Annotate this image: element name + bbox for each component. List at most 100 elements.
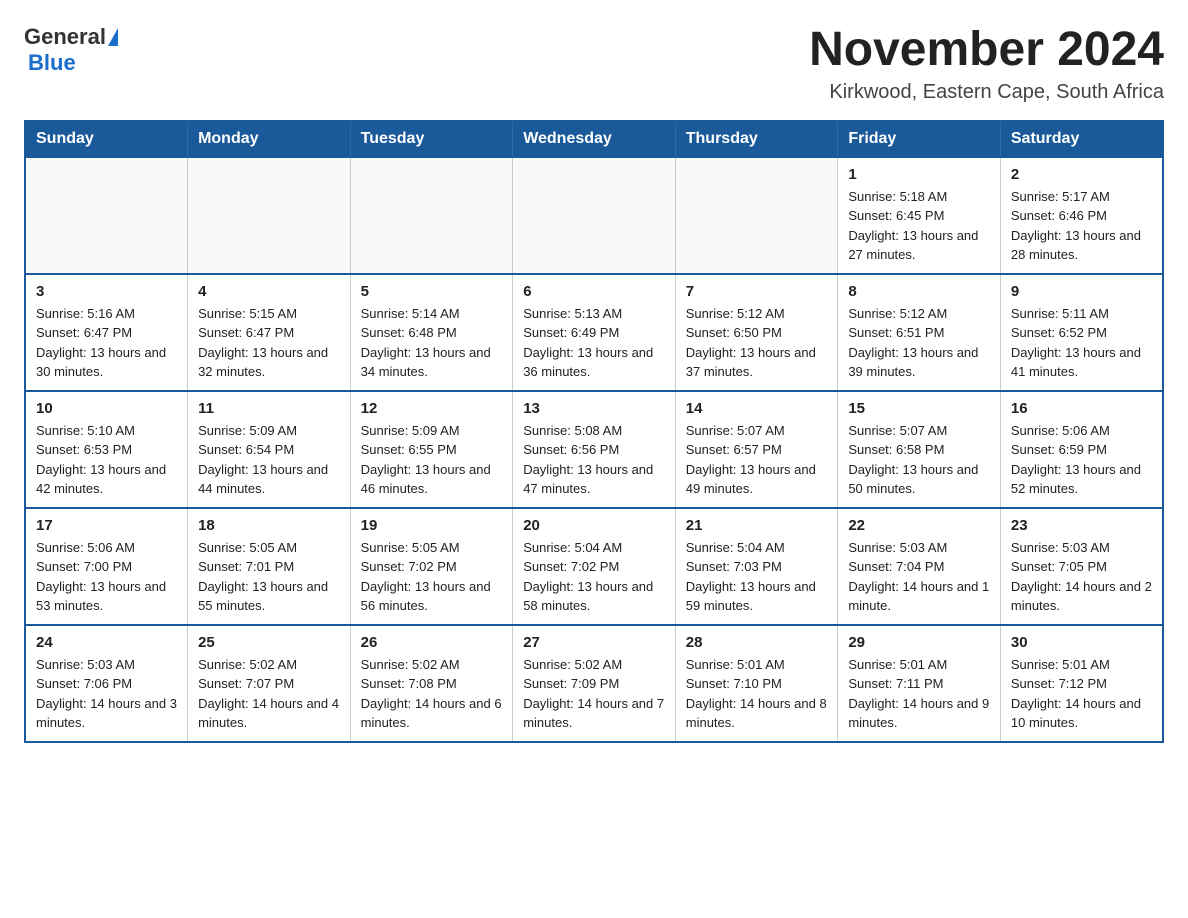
- day-number: 8: [848, 283, 990, 300]
- calendar-table: SundayMondayTuesdayWednesdayThursdayFrid…: [24, 120, 1164, 743]
- day-info: Sunrise: 5:02 AM Sunset: 7:08 PM Dayligh…: [361, 655, 503, 733]
- day-number: 27: [523, 634, 665, 651]
- day-number: 28: [686, 634, 828, 651]
- calendar-cell: 12 Sunrise: 5:09 AM Sunset: 6:55 PM Dayli…: [350, 391, 513, 508]
- day-number: 17: [36, 517, 177, 534]
- day-info: Sunrise: 5:09 AM Sunset: 6:55 PM Dayligh…: [361, 421, 503, 499]
- day-info: Sunrise: 5:14 AM Sunset: 6:48 PM Dayligh…: [361, 304, 503, 382]
- day-info: Sunrise: 5:01 AM Sunset: 7:12 PM Dayligh…: [1011, 655, 1152, 733]
- title-block: November 2024 Kirkwood, Eastern Cape, So…: [809, 24, 1164, 104]
- calendar-cell: 21Sunrise: 5:04 AM Sunset: 7:03 PM Dayli…: [675, 508, 838, 625]
- day-number: 21: [686, 517, 828, 534]
- day-info: Sunrise: 5:12 AM Sunset: 6:51 PM Dayligh…: [848, 304, 990, 382]
- day-number: 24: [36, 634, 177, 651]
- calendar-cell: 28 Sunrise: 5:01 AM Sunset: 7:10 PM Dayli…: [675, 625, 838, 742]
- logo: General Blue: [24, 24, 118, 76]
- day-info: Sunrise: 5:05 AM Sunset: 7:02 PM Dayligh…: [361, 538, 503, 616]
- calendar-cell: [188, 157, 351, 274]
- day-info: Sunrise: 5:08 AM Sunset: 6:56 PM Dayligh…: [523, 421, 665, 499]
- calendar-cell: 2 Sunrise: 5:17 AM Sunset: 6:46 PM Daylig…: [1000, 157, 1163, 274]
- day-number: 3: [36, 283, 177, 300]
- header-wednesday: Wednesday: [513, 121, 676, 157]
- calendar-cell: 25Sunrise: 5:02 AM Sunset: 7:07 PM Dayli…: [188, 625, 351, 742]
- calendar-cell: [350, 157, 513, 274]
- calendar-cell: 18Sunrise: 5:05 AM Sunset: 7:01 PM Dayli…: [188, 508, 351, 625]
- header-thursday: Thursday: [675, 121, 838, 157]
- day-number: 2: [1011, 166, 1152, 183]
- calendar-cell: 5 Sunrise: 5:14 AM Sunset: 6:48 PM Daylig…: [350, 274, 513, 391]
- day-info: Sunrise: 5:11 AM Sunset: 6:52 PM Dayligh…: [1011, 304, 1152, 382]
- header-sunday: Sunday: [25, 121, 188, 157]
- calendar-cell: 20 Sunrise: 5:04 AM Sunset: 7:02 PM Dayli…: [513, 508, 676, 625]
- day-info: Sunrise: 5:02 AM Sunset: 7:09 PM Dayligh…: [523, 655, 665, 733]
- day-number: 20: [523, 517, 665, 534]
- day-info: Sunrise: 5:06 AM Sunset: 7:00 PM Dayligh…: [36, 538, 177, 616]
- day-info: Sunrise: 5:01 AM Sunset: 7:10 PM Dayligh…: [686, 655, 828, 733]
- calendar-cell: 27 Sunrise: 5:02 AM Sunset: 7:09 PM Dayli…: [513, 625, 676, 742]
- calendar-cell: [675, 157, 838, 274]
- calendar-cell: 3 Sunrise: 5:16 AM Sunset: 6:47 PM Daylig…: [25, 274, 188, 391]
- day-number: 6: [523, 283, 665, 300]
- calendar-cell: 17 Sunrise: 5:06 AM Sunset: 7:00 PM Dayli…: [25, 508, 188, 625]
- calendar-week-1: 1Sunrise: 5:18 AM Sunset: 6:45 PM Daylig…: [25, 157, 1163, 274]
- calendar-week-4: 17 Sunrise: 5:06 AM Sunset: 7:00 PM Dayli…: [25, 508, 1163, 625]
- day-number: 4: [198, 283, 340, 300]
- day-number: 13: [523, 400, 665, 417]
- day-number: 29: [848, 634, 990, 651]
- day-number: 26: [361, 634, 503, 651]
- calendar-cell: 13 Sunrise: 5:08 AM Sunset: 6:56 PM Dayli…: [513, 391, 676, 508]
- calendar-cell: 23Sunrise: 5:03 AM Sunset: 7:05 PM Dayli…: [1000, 508, 1163, 625]
- calendar-cell: 16Sunrise: 5:06 AM Sunset: 6:59 PM Dayli…: [1000, 391, 1163, 508]
- calendar-cell: [513, 157, 676, 274]
- calendar-cell: 15 Sunrise: 5:07 AM Sunset: 6:58 PM Dayli…: [838, 391, 1001, 508]
- calendar-cell: 4 Sunrise: 5:15 AM Sunset: 6:47 PM Daylig…: [188, 274, 351, 391]
- header-saturday: Saturday: [1000, 121, 1163, 157]
- day-number: 18: [198, 517, 340, 534]
- header-friday: Friday: [838, 121, 1001, 157]
- header-tuesday: Tuesday: [350, 121, 513, 157]
- calendar-cell: 10 Sunrise: 5:10 AM Sunset: 6:53 PM Dayli…: [25, 391, 188, 508]
- day-number: 12: [361, 400, 503, 417]
- day-number: 7: [686, 283, 828, 300]
- calendar-cell: 11Sunrise: 5:09 AM Sunset: 6:54 PM Dayli…: [188, 391, 351, 508]
- day-number: 5: [361, 283, 503, 300]
- day-info: Sunrise: 5:17 AM Sunset: 6:46 PM Dayligh…: [1011, 187, 1152, 265]
- day-number: 9: [1011, 283, 1152, 300]
- day-number: 10: [36, 400, 177, 417]
- day-info: Sunrise: 5:16 AM Sunset: 6:47 PM Dayligh…: [36, 304, 177, 382]
- day-info: Sunrise: 5:13 AM Sunset: 6:49 PM Dayligh…: [523, 304, 665, 382]
- calendar-cell: 24 Sunrise: 5:03 AM Sunset: 7:06 PM Dayli…: [25, 625, 188, 742]
- day-number: 14: [686, 400, 828, 417]
- day-info: Sunrise: 5:10 AM Sunset: 6:53 PM Dayligh…: [36, 421, 177, 499]
- day-info: Sunrise: 5:12 AM Sunset: 6:50 PM Dayligh…: [686, 304, 828, 382]
- day-number: 19: [361, 517, 503, 534]
- calendar-cell: 29Sunrise: 5:01 AM Sunset: 7:11 PM Dayli…: [838, 625, 1001, 742]
- day-number: 23: [1011, 517, 1152, 534]
- calendar-cell: 8 Sunrise: 5:12 AM Sunset: 6:51 PM Daylig…: [838, 274, 1001, 391]
- day-info: Sunrise: 5:02 AM Sunset: 7:07 PM Dayligh…: [198, 655, 340, 733]
- day-info: Sunrise: 5:07 AM Sunset: 6:57 PM Dayligh…: [686, 421, 828, 499]
- day-info: Sunrise: 5:07 AM Sunset: 6:58 PM Dayligh…: [848, 421, 990, 499]
- calendar-cell: 1Sunrise: 5:18 AM Sunset: 6:45 PM Daylig…: [838, 157, 1001, 274]
- day-info: Sunrise: 5:03 AM Sunset: 7:06 PM Dayligh…: [36, 655, 177, 733]
- calendar-week-3: 10 Sunrise: 5:10 AM Sunset: 6:53 PM Dayli…: [25, 391, 1163, 508]
- day-info: Sunrise: 5:03 AM Sunset: 7:04 PM Dayligh…: [848, 538, 990, 616]
- day-info: Sunrise: 5:18 AM Sunset: 6:45 PM Dayligh…: [848, 187, 990, 265]
- day-number: 30: [1011, 634, 1152, 651]
- day-info: Sunrise: 5:04 AM Sunset: 7:02 PM Dayligh…: [523, 538, 665, 616]
- day-info: Sunrise: 5:15 AM Sunset: 6:47 PM Dayligh…: [198, 304, 340, 382]
- day-number: 15: [848, 400, 990, 417]
- calendar-cell: 6 Sunrise: 5:13 AM Sunset: 6:49 PM Daylig…: [513, 274, 676, 391]
- calendar-cell: 14 Sunrise: 5:07 AM Sunset: 6:57 PM Dayli…: [675, 391, 838, 508]
- calendar-cell: [25, 157, 188, 274]
- day-number: 11: [198, 400, 340, 417]
- month-title: November 2024: [809, 24, 1164, 77]
- header-monday: Monday: [188, 121, 351, 157]
- calendar-header-row: SundayMondayTuesdayWednesdayThursdayFrid…: [25, 121, 1163, 157]
- location-text: Kirkwood, Eastern Cape, South Africa: [809, 81, 1164, 104]
- calendar-cell: 22 Sunrise: 5:03 AM Sunset: 7:04 PM Dayli…: [838, 508, 1001, 625]
- day-number: 22: [848, 517, 990, 534]
- calendar-week-5: 24 Sunrise: 5:03 AM Sunset: 7:06 PM Dayli…: [25, 625, 1163, 742]
- logo-blue-text: Blue: [28, 50, 76, 75]
- logo-triangle-icon: [108, 28, 118, 46]
